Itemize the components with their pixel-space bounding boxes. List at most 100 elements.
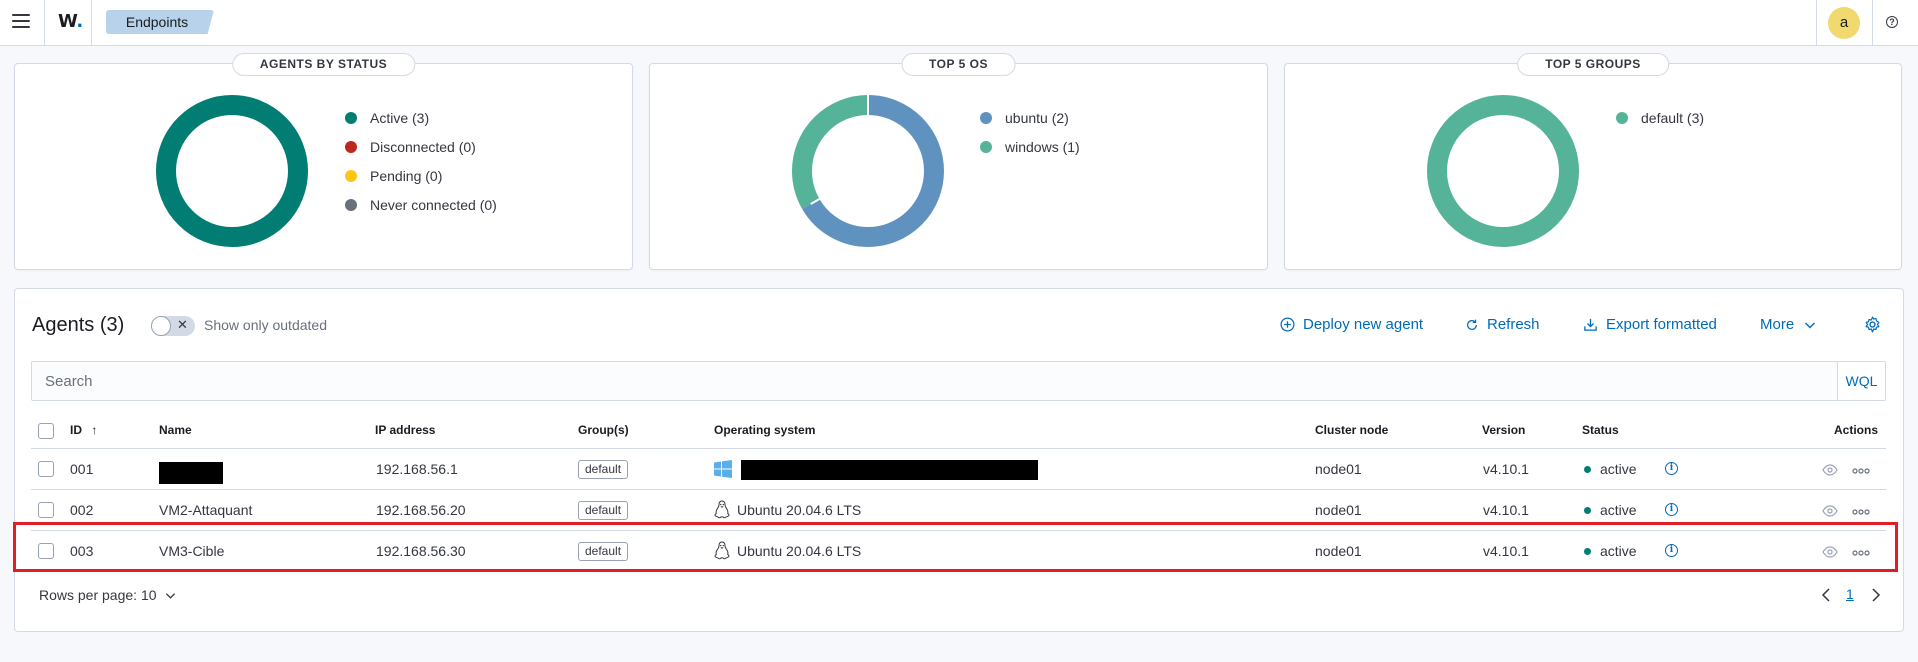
chevron-left-icon[interactable] xyxy=(1821,588,1831,605)
column-header-cluster-node[interactable]: Cluster node xyxy=(1315,423,1388,437)
status-dot xyxy=(1584,466,1591,473)
row-highlight-box xyxy=(13,522,1898,572)
divider xyxy=(1872,0,1873,46)
divider xyxy=(44,0,45,46)
row-checkbox[interactable] xyxy=(38,502,54,518)
agent-name[interactable]: VM2-Attaquant xyxy=(159,502,252,518)
agent-os: Ubuntu 20.04.6 LTS xyxy=(737,502,862,518)
divider xyxy=(91,0,92,46)
close-icon: ✕ xyxy=(177,317,188,332)
agents-title: Agents (3) xyxy=(32,314,125,336)
eye-icon[interactable] xyxy=(1822,463,1838,479)
column-label: ID xyxy=(70,423,82,437)
group-badge[interactable]: default xyxy=(578,460,629,479)
download-icon xyxy=(1583,317,1598,332)
agents-table-card: Agents (3) ✕ Show only outdated Deploy n… xyxy=(13,288,1904,632)
column-header-version[interactable]: Version xyxy=(1482,423,1525,437)
column-header-ip[interactable]: IP address xyxy=(375,423,435,437)
wql-button[interactable]: WQL xyxy=(1837,362,1885,400)
search-input[interactable] xyxy=(32,362,1842,400)
menu-icon[interactable] xyxy=(12,14,30,28)
redacted-name xyxy=(159,462,223,484)
windows-icon xyxy=(714,460,732,481)
legend-item-active[interactable]: Active (3) xyxy=(345,103,497,132)
sort-ascending-icon: ↑ xyxy=(91,423,98,437)
cluster-node: node01 xyxy=(1315,461,1362,477)
refresh-button[interactable]: Refresh xyxy=(1465,316,1540,333)
outdated-toggle[interactable]: ✕ xyxy=(151,316,195,336)
top-bar: W. Endpoints a ? xyxy=(0,0,1918,46)
deploy-agent-button[interactable]: Deploy new agent xyxy=(1280,316,1423,333)
legend-item-default[interactable]: default (3) xyxy=(1616,103,1704,132)
slice-default[interactable] xyxy=(1427,95,1579,247)
agent-ip: 192.168.56.20 xyxy=(376,502,466,518)
app-logo[interactable]: W. xyxy=(58,11,83,32)
groups-donut-chart xyxy=(1427,95,1579,247)
cluster-node: node01 xyxy=(1315,502,1362,518)
column-header-actions: Actions xyxy=(1834,423,1879,437)
slice-active[interactable] xyxy=(156,95,308,247)
legend-label: Never connected (0) xyxy=(370,196,497,213)
legend-item-ubuntu[interactable]: ubuntu (2) xyxy=(980,103,1080,132)
legend-dot xyxy=(345,140,357,153)
legend-label: ubuntu (2) xyxy=(1005,109,1069,126)
rows-per-page-label: Rows per page: 10 xyxy=(39,587,157,603)
legend-item-pending[interactable]: Pending (0) xyxy=(345,161,497,190)
column-header-name[interactable]: Name xyxy=(159,423,192,437)
chevron-down-icon xyxy=(165,590,176,601)
rows-per-page-selector[interactable]: Rows per page: 10 xyxy=(39,587,176,603)
status-dot xyxy=(1584,507,1591,514)
agent-status: active xyxy=(1600,502,1637,518)
info-icon[interactable]: i xyxy=(1665,503,1678,516)
legend-label: Disconnected (0) xyxy=(370,138,476,155)
groups-legend: default (3) xyxy=(1616,103,1704,132)
legend-item-never-connected[interactable]: Never connected (0) xyxy=(345,190,497,219)
legend-item-disconnected[interactable]: Disconnected (0) xyxy=(345,132,497,161)
legend-label: Pending (0) xyxy=(370,167,443,184)
breadcrumb-endpoints[interactable]: Endpoints xyxy=(106,10,214,34)
more-label: More xyxy=(1760,316,1795,333)
agent-id: 002 xyxy=(70,502,94,518)
export-formatted-button[interactable]: Export formatted xyxy=(1583,316,1717,333)
page-number[interactable]: 1 xyxy=(1846,586,1854,602)
column-header-os[interactable]: Operating system xyxy=(714,423,815,437)
group-badge[interactable]: default xyxy=(578,501,629,520)
search-bar: WQL xyxy=(31,361,1886,401)
avatar[interactable]: a xyxy=(1828,7,1860,39)
table-row[interactable]: 001 192.168.56.1 default node01 v4.10.1 … xyxy=(31,449,1886,490)
refresh-icon xyxy=(1465,318,1479,332)
row-checkbox[interactable] xyxy=(38,461,54,477)
more-actions-icon[interactable] xyxy=(1852,504,1870,520)
toggle-knob xyxy=(151,316,171,336)
select-all-checkbox[interactable] xyxy=(38,423,54,439)
panel-title: TOP 5 OS xyxy=(901,53,1016,76)
column-header-status[interactable]: Status xyxy=(1582,423,1619,437)
legend-dot xyxy=(980,140,992,153)
chevron-right-icon[interactable] xyxy=(1871,588,1881,605)
legend-label: windows (1) xyxy=(1005,138,1080,155)
legend-label: Active (3) xyxy=(370,109,430,126)
legend-dot xyxy=(345,198,357,211)
legend-dot xyxy=(345,111,357,124)
column-header-id[interactable]: ID ↑ xyxy=(70,423,97,437)
panel-title: AGENTS BY STATUS xyxy=(231,53,416,76)
more-button[interactable]: More xyxy=(1760,316,1816,333)
column-header-groups[interactable]: Group(s) xyxy=(578,423,629,437)
table-header: ID ↑ Name IP address Group(s) Operating … xyxy=(31,412,1886,449)
gear-icon[interactable] xyxy=(1864,316,1881,336)
eye-icon[interactable] xyxy=(1822,504,1838,520)
top-groups-panel: TOP 5 GROUPS default (3) xyxy=(1284,53,1902,270)
os-legend: ubuntu (2) windows (1) xyxy=(980,103,1080,161)
status-legend: Active (3) Disconnected (0) Pending (0) … xyxy=(345,103,497,219)
help-icon[interactable]: ? xyxy=(1886,16,1898,28)
legend-label: default (3) xyxy=(1641,109,1705,126)
agent-version: v4.10.1 xyxy=(1483,502,1529,518)
more-actions-icon[interactable] xyxy=(1852,463,1870,479)
status-donut-chart xyxy=(156,95,308,247)
legend-dot xyxy=(345,169,357,182)
plus-circle-icon xyxy=(1280,317,1295,332)
top-os-panel: TOP 5 OS ubuntu (2) windows (1) xyxy=(649,53,1268,270)
outdated-toggle-label: Show only outdated xyxy=(204,317,327,333)
info-icon[interactable]: i xyxy=(1665,462,1678,475)
legend-item-windows[interactable]: windows (1) xyxy=(980,132,1080,161)
